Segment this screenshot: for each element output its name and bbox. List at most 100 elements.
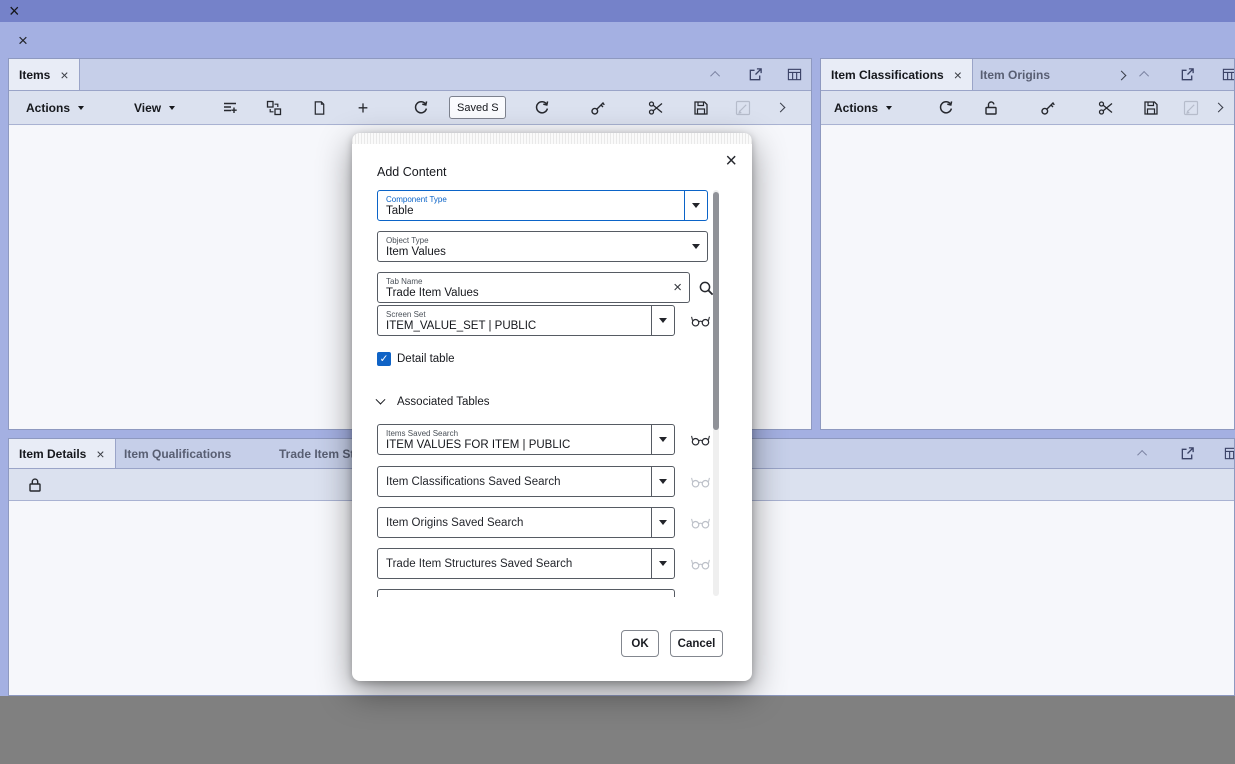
lock-button[interactable] bbox=[23, 473, 47, 497]
classifications-grid-area bbox=[821, 126, 1234, 429]
object-type-field[interactable]: Object Type Item Values bbox=[377, 231, 708, 262]
component-type-label: Component Type bbox=[386, 194, 447, 204]
save-button[interactable] bbox=[689, 96, 713, 120]
caret-down-icon bbox=[692, 203, 700, 208]
item-origins-saved-search-field[interactable]: Item Origins Saved Search bbox=[377, 507, 675, 538]
edit-button bbox=[731, 96, 755, 120]
close-icon[interactable]: × bbox=[9, 0, 20, 22]
detach-pane-icon[interactable] bbox=[1178, 445, 1196, 463]
caret-down-icon bbox=[886, 105, 893, 110]
screen-set-label: Screen Set bbox=[386, 309, 426, 319]
manage-columns-button[interactable] bbox=[218, 96, 242, 120]
dialog-scrollbar[interactable] bbox=[713, 190, 719, 596]
detail-table-checkbox[interactable]: ✓ bbox=[377, 352, 391, 366]
item-classifications-saved-search-preview-icon bbox=[690, 473, 710, 491]
tab-item-origins[interactable]: Item Origins bbox=[970, 59, 1060, 90]
chevron-right-icon bbox=[1116, 70, 1126, 80]
classifications-toolbar: Actions bbox=[821, 91, 1234, 125]
view-menu-button[interactable]: View bbox=[134, 91, 176, 124]
collapse-pane-icon[interactable] bbox=[1134, 445, 1152, 463]
tab-name-value: Trade Item Values bbox=[386, 286, 479, 299]
unlock-button[interactable] bbox=[979, 96, 1003, 120]
trade-item-structures-saved-search-field[interactable]: Trade Item Structures Saved Search bbox=[377, 548, 675, 579]
actions-menu-button[interactable]: Actions bbox=[26, 91, 85, 124]
items-saved-search-field[interactable]: Items Saved Search ITEM VALUES FOR ITEM … bbox=[377, 424, 675, 455]
more-tools-icon[interactable] bbox=[1206, 96, 1230, 120]
tab-close-icon[interactable]: × bbox=[96, 447, 104, 461]
dialog-close-icon[interactable]: × bbox=[725, 151, 737, 171]
associated-tables-label: Associated Tables bbox=[397, 396, 490, 408]
view-label: View bbox=[134, 100, 162, 115]
window-titlebar: × bbox=[0, 0, 1235, 22]
ok-button[interactable]: OK bbox=[621, 630, 659, 657]
detach-pane-icon[interactable] bbox=[746, 66, 764, 84]
new-document-button[interactable] bbox=[307, 96, 331, 120]
close-icon[interactable]: × bbox=[18, 32, 28, 49]
collapse-pane-icon[interactable] bbox=[707, 66, 725, 84]
refresh-button[interactable] bbox=[934, 96, 958, 120]
scrollbar-thumb[interactable] bbox=[713, 192, 719, 430]
component-type-value: Table bbox=[386, 204, 414, 217]
key-button[interactable] bbox=[586, 96, 610, 120]
items-strip-icons bbox=[707, 59, 803, 90]
tab-name-field-body: Tab Name Trade Item Values bbox=[378, 273, 673, 302]
component-type-field[interactable]: Component Type Table bbox=[377, 190, 708, 221]
screen-set-dropdown-icon[interactable] bbox=[651, 306, 674, 335]
reload-button[interactable] bbox=[530, 96, 554, 120]
tab-name-field[interactable]: Tab Name Trade Item Values × bbox=[377, 272, 690, 303]
application-window: × × Items × Actions View + Saved S Item … bbox=[0, 0, 1235, 764]
caret-down-icon bbox=[659, 479, 667, 484]
tab-item-details[interactable]: Item Details × bbox=[9, 439, 116, 468]
associated-tables-section-toggle[interactable]: Associated Tables bbox=[375, 394, 490, 408]
tab-close-icon[interactable]: × bbox=[954, 68, 962, 82]
items-saved-search-dropdown-icon[interactable] bbox=[651, 425, 674, 454]
table-layout-icon[interactable] bbox=[785, 66, 803, 84]
saved-search-dropdown[interactable]: Saved S bbox=[449, 96, 506, 119]
screen-set-preview-icon[interactable] bbox=[690, 312, 710, 330]
chevron-right-icon bbox=[775, 102, 785, 113]
key-button[interactable] bbox=[1036, 96, 1060, 120]
caret-down-icon bbox=[169, 105, 176, 110]
object-type-dropdown-icon[interactable] bbox=[684, 232, 707, 261]
actions-label: Actions bbox=[834, 100, 879, 115]
tab-item-details-label: Item Details bbox=[19, 446, 87, 461]
caret-down-icon bbox=[659, 437, 667, 442]
check-icon: ✓ bbox=[379, 353, 389, 365]
item-classifications-saved-search-field[interactable]: Item Classifications Saved Search bbox=[377, 466, 675, 497]
classifications-tabstrip: Item Classifications × Item Origins bbox=[821, 59, 1234, 91]
tab-name-label: Tab Name bbox=[386, 276, 423, 286]
tab-close-icon[interactable]: × bbox=[60, 68, 68, 82]
table-layout-icon[interactable] bbox=[1222, 445, 1234, 463]
tab-item-classifications[interactable]: Item Classifications × bbox=[821, 59, 973, 90]
caret-down-icon bbox=[504, 105, 505, 110]
clear-field-icon[interactable]: × bbox=[673, 279, 682, 296]
dialog-drag-handle[interactable] bbox=[352, 133, 752, 144]
tab-overflow-icon[interactable] bbox=[1109, 63, 1133, 87]
table-layout-icon[interactable] bbox=[1220, 66, 1234, 84]
item-origins-saved-search-dropdown-icon[interactable] bbox=[651, 508, 674, 537]
tab-items[interactable]: Items × bbox=[9, 59, 80, 90]
compare-button[interactable] bbox=[262, 96, 286, 120]
items-saved-search-preview-icon[interactable] bbox=[690, 431, 710, 449]
item-origins-saved-search-preview-icon bbox=[690, 514, 710, 532]
add-button[interactable]: + bbox=[351, 96, 375, 120]
screen-set-field[interactable]: Screen Set ITEM_VALUE_SET | PUBLIC bbox=[377, 305, 675, 336]
item-classifications-saved-search-dropdown-icon[interactable] bbox=[651, 467, 674, 496]
items-saved-search-field-body: Items Saved Search ITEM VALUES FOR ITEM … bbox=[378, 425, 651, 454]
refresh-button[interactable] bbox=[409, 96, 433, 120]
more-tools-icon[interactable] bbox=[768, 96, 792, 120]
tab-item-qualifications[interactable]: Item Qualifications bbox=[114, 439, 241, 468]
actions-menu-button[interactable]: Actions bbox=[834, 91, 893, 124]
caret-down-icon bbox=[659, 561, 667, 566]
trade-item-structures-saved-search-dropdown-icon[interactable] bbox=[651, 549, 674, 578]
detach-pane-icon[interactable] bbox=[1178, 66, 1196, 84]
cut-button[interactable] bbox=[644, 96, 668, 120]
cancel-button[interactable]: Cancel bbox=[670, 630, 723, 657]
collapse-pane-icon[interactable] bbox=[1136, 66, 1154, 84]
component-type-dropdown-icon[interactable] bbox=[684, 191, 707, 220]
edit-button bbox=[1179, 96, 1203, 120]
item-classifications-saved-search-label: Item Classifications Saved Search bbox=[386, 475, 561, 488]
save-button[interactable] bbox=[1139, 96, 1163, 120]
cut-button[interactable] bbox=[1094, 96, 1118, 120]
object-type-value: Item Values bbox=[386, 245, 446, 258]
